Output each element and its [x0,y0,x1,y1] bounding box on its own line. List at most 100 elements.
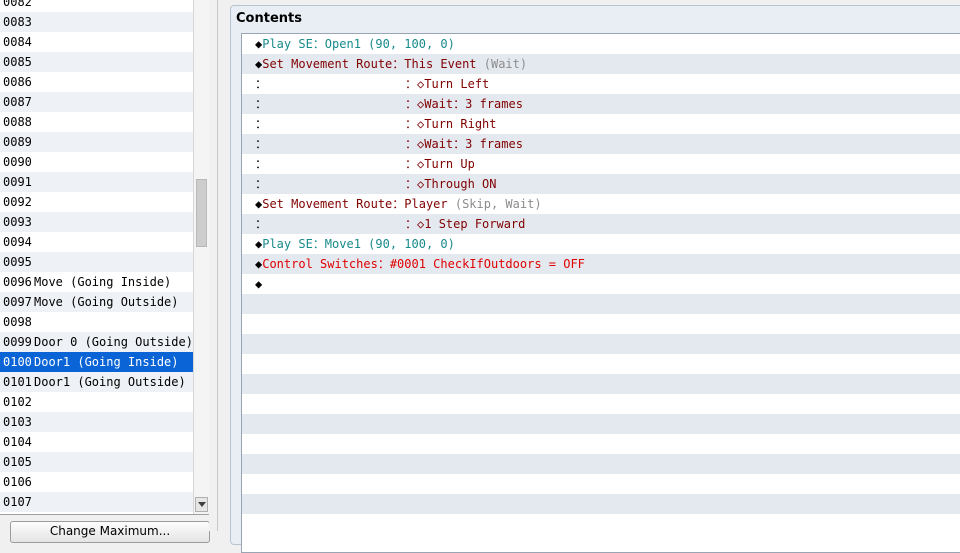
command-text: Play SE：Open1 (90, 100, 0) [262,37,455,51]
event-number: 0092 [3,195,32,209]
event-number: 0088 [3,115,32,129]
event-list[interactable]: 0082 0083 0084 0085 0086 0087 0088 0089 0090 0091… [0,0,210,515]
command-row[interactable]: ： ：◇Wait：3 frames [242,94,960,114]
command-row[interactable]: ◆Control Switches：#0001 CheckIfOutdoors … [242,254,960,274]
event-number: 0104 [3,435,32,449]
change-maximum-button[interactable]: Change Maximum... [10,521,210,543]
event-list-item[interactable]: 0093 [0,212,193,232]
event-number: 0098 [3,315,32,329]
event-list-item[interactable]: 0083 [0,12,193,32]
empty-command-row[interactable] [242,414,960,434]
command-text: ：◇Turn Up [405,157,475,171]
event-list-item[interactable]: 0097 Move (Going Outside) [0,292,193,312]
command-text: Set Movement Route：Player [262,197,455,211]
chevron-down-icon [197,502,206,507]
command-text: ：◇Wait：3 frames [405,97,523,111]
event-list-item[interactable]: 0084 [0,32,193,52]
empty-command-row[interactable] [242,294,960,314]
event-number: 0106 [3,475,32,489]
contents-command-list[interactable]: ◆Play SE：Open1 (90, 100, 0) ◆Set Movement… [241,33,960,553]
continuation-marker: ： [255,117,268,131]
event-list-item[interactable]: 0082 [0,0,193,12]
event-list-item[interactable]: 0087 [0,92,193,112]
event-number: 0095 [3,255,32,269]
event-list-item[interactable]: 0090 [0,152,193,172]
event-number: 0101 [3,375,32,389]
scrollbar-thumb[interactable] [196,179,207,247]
event-list-item[interactable]: 0104 [0,432,193,452]
event-list-item[interactable]: 0096 Move (Going Inside) [0,272,193,292]
event-number: 0107 [3,495,32,509]
event-number: 0087 [3,95,32,109]
continuation-marker: ： [255,97,268,111]
event-number: 0090 [3,155,32,169]
command-row[interactable]: ： ：◇Turn Right [242,114,960,134]
scroll-down-button[interactable] [195,497,208,512]
empty-command-row[interactable] [242,314,960,334]
event-number: 0083 [3,15,32,29]
command-row[interactable]: ： ：◇Wait：3 frames [242,134,960,154]
empty-command-row[interactable] [242,334,960,354]
command-row[interactable]: ◆ [242,274,960,294]
continuation-marker: ： [255,177,268,191]
contents-title: Contents [236,11,302,26]
event-number: 0091 [3,175,32,189]
command-text: Control Switches：#0001 CheckIfOutdoors =… [262,257,585,271]
empty-command-row[interactable] [242,374,960,394]
event-list-rows: 0082 0083 0084 0085 0086 0087 0088 0089 0090 0091… [0,0,193,512]
event-name: Door1 (Going Inside) [34,355,179,369]
event-name: Door 0 (Going Outside) [34,335,193,349]
event-list-item[interactable]: 0099 Door 0 (Going Outside) [0,332,193,352]
command-text: (Wait) [483,57,528,71]
event-list-item[interactable]: 0103 [0,412,193,432]
event-list-item[interactable]: 0098 [0,312,193,332]
event-list-scrollbar[interactable] [193,0,209,514]
command-row[interactable]: ◆Play SE：Move1 (90, 100, 0) [242,234,960,254]
event-list-item[interactable]: 0095 [0,252,193,272]
continuation-marker: ： [255,157,268,171]
event-list-item[interactable]: 0086 [0,72,193,92]
empty-command-row[interactable] [242,474,960,494]
command-text: Play SE：Move1 (90, 100, 0) [262,237,455,251]
command-row[interactable]: ◆Play SE：Open1 (90, 100, 0) [242,34,960,54]
continuation-marker: ： [255,77,268,91]
command-row[interactable]: ◆Set Movement Route：Player (Skip, Wait) [242,194,960,214]
empty-command-row[interactable] [242,394,960,414]
command-row[interactable]: ： ：◇Turn Left [242,74,960,94]
event-number: 0094 [3,235,32,249]
event-number: 0089 [3,135,32,149]
empty-command-row[interactable] [242,434,960,454]
event-list-item[interactable]: 0092 [0,192,193,212]
event-name: Move (Going Outside) [34,295,179,309]
event-number: 0099 [3,335,32,349]
event-number: 0093 [3,215,32,229]
command-row[interactable]: ： ：◇Turn Up [242,154,960,174]
command-row[interactable]: ： ：◇Through ON [242,174,960,194]
event-name: Door1 (Going Outside) [34,375,186,389]
event-number: 0103 [3,415,32,429]
command-text: ：◇1 Step Forward [405,217,526,231]
event-list-item[interactable]: 0107 [0,492,193,512]
empty-command-row[interactable] [242,494,960,514]
event-list-item[interactable]: 0102 [0,392,193,412]
command-text: ：◇Turn Left [405,77,490,91]
empty-command-row[interactable] [242,354,960,374]
event-list-item[interactable]: 0101 Door1 (Going Outside) [0,372,193,392]
event-list-item[interactable]: 0088 [0,112,193,132]
command-row[interactable]: ： ：◇1 Step Forward [242,214,960,234]
event-list-item[interactable]: 0100 Door1 (Going Inside) [0,352,193,372]
event-list-item[interactable]: 0089 [0,132,193,152]
event-number: 0102 [3,395,32,409]
event-list-item[interactable]: 0085 [0,52,193,72]
empty-command-row[interactable] [242,514,960,534]
continuation-marker: ： [255,137,268,151]
command-text: (Skip, Wait) [454,197,542,211]
event-list-item[interactable]: 0091 [0,172,193,192]
command-row[interactable]: ◆Set Movement Route：This Event (Wait) [242,54,960,74]
command-text: ：◇Wait：3 frames [405,137,523,151]
event-list-item[interactable]: 0094 [0,232,193,252]
event-list-item[interactable]: 0106 [0,472,193,492]
event-list-item[interactable]: 0105 [0,452,193,472]
empty-command-row[interactable] [242,454,960,474]
panel-splitter[interactable] [209,0,220,531]
